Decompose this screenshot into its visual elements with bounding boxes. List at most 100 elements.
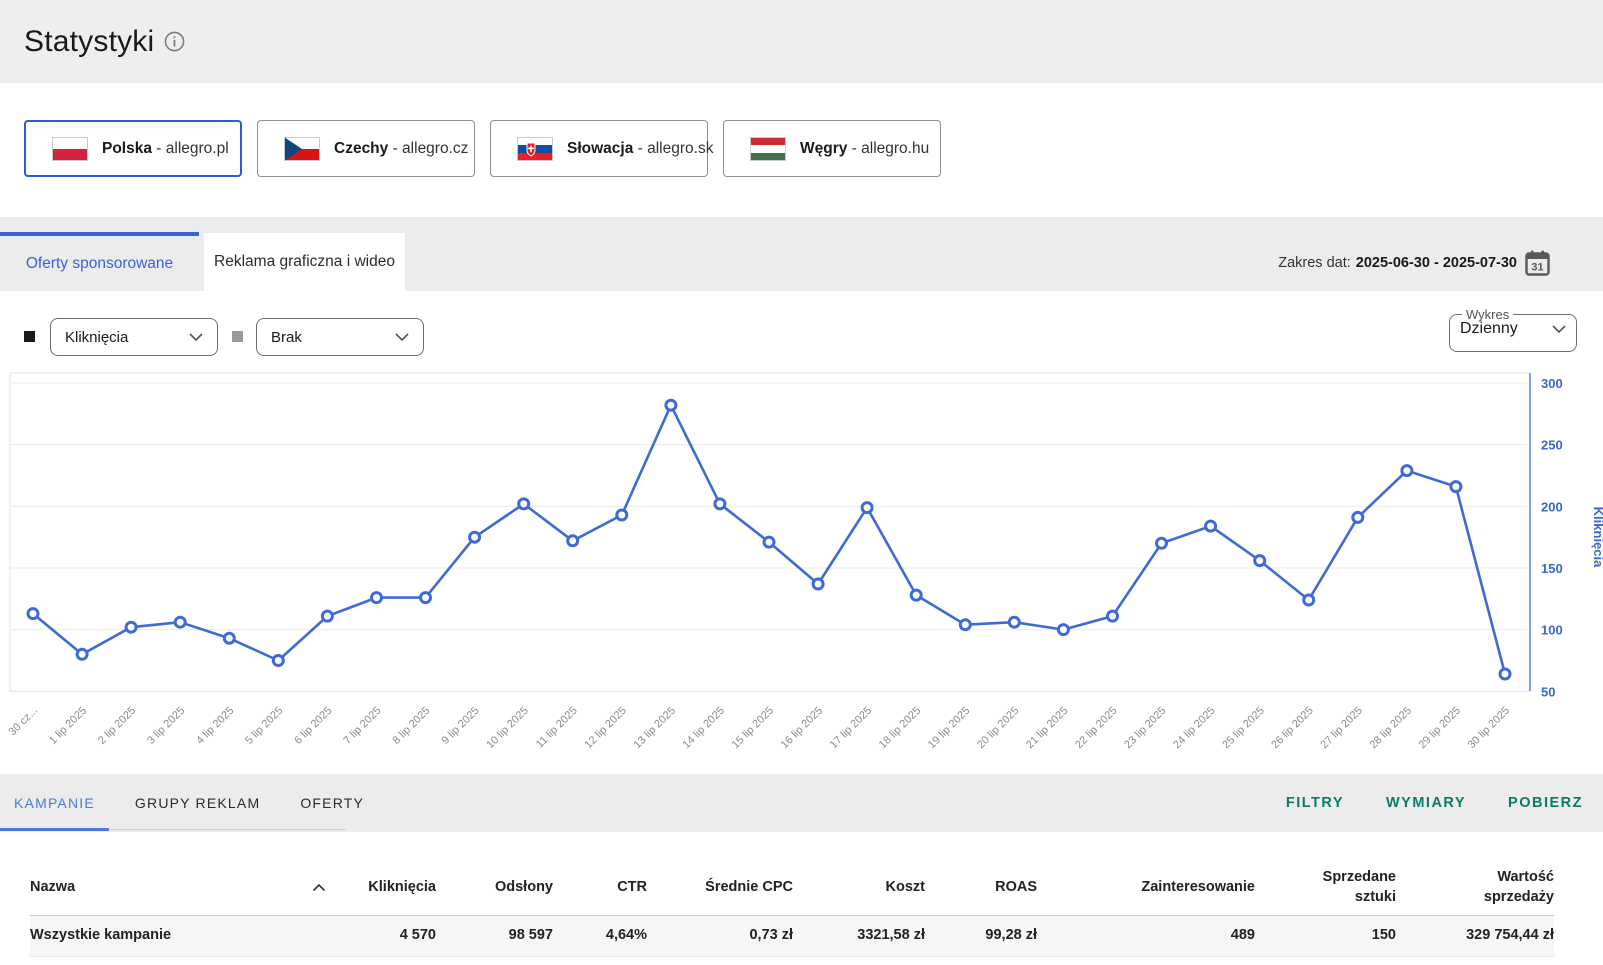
country-label: Węgry - allegro.hu	[800, 140, 929, 158]
column-header-5: Średnie CPC	[647, 878, 793, 898]
main-tab-2[interactable]: Reklama graficzna i wideo	[204, 233, 405, 291]
x-tick-label: 15 lip 2025	[730, 705, 777, 752]
table-tab-3[interactable]: OFERTY	[280, 774, 384, 832]
page-title: Statystyki	[24, 25, 154, 59]
x-tick-label: 13 lip 2025	[631, 705, 678, 752]
x-tick-label: 14 lip 2025	[680, 705, 727, 752]
campaign-table: NazwaKliknięciaOdsłonyCTRŚrednie CPCKosz…	[0, 832, 1603, 957]
calendar-icon[interactable]: 31	[1525, 250, 1550, 276]
chart-controls: Kliknięcia Brak Wykres Dzienny	[0, 291, 1603, 370]
table-tab-2[interactable]: GRUPY REKLAM	[115, 774, 280, 832]
secondary-metric-select[interactable]: Brak	[256, 318, 424, 356]
column-header-6: Koszt	[793, 878, 925, 898]
y-tick-label: 200	[1541, 499, 1563, 514]
data-point	[1451, 482, 1461, 492]
table-action-wymiary[interactable]: WYMIARY	[1386, 795, 1466, 811]
table-tabs: KAMPANIEGRUPY REKLAMOFERTY	[0, 774, 346, 832]
x-tick-label: 5 lip 2025	[243, 705, 285, 747]
column-header-4: CTR	[553, 878, 647, 898]
data-point	[960, 620, 970, 630]
country-button-cz[interactable]: Czechy - allegro.cz	[257, 120, 475, 177]
x-tick-label: 2 lip 2025	[96, 705, 138, 747]
chart-section: 50100150200250300Kliknięcia30 cz...1 lip…	[0, 370, 1603, 772]
date-range[interactable]: Zakres dat: 2025-06-30 - 2025-07-30 31	[1278, 250, 1550, 276]
table-action-pobierz[interactable]: POBIERZ	[1508, 795, 1583, 811]
x-tick-label: 6 lip 2025	[292, 705, 334, 747]
data-point	[273, 656, 283, 666]
data-point	[1353, 512, 1363, 522]
country-button-sk[interactable]: Słowacja - allegro.sk	[490, 120, 708, 177]
main-tabs: Oferty sponsorowaneReklama graficzna i w…	[0, 232, 405, 291]
table-tab-1[interactable]: KAMPANIE	[0, 774, 115, 832]
x-tick-label: 18 lip 2025	[877, 705, 924, 752]
data-point	[1058, 625, 1068, 635]
table-row[interactable]: Wszystkie kampanie4 57098 5974,64%0,73 z…	[30, 916, 1554, 957]
data-point	[519, 499, 529, 509]
info-icon[interactable]	[164, 31, 185, 52]
data-point	[421, 593, 431, 603]
cell-9: 150	[1255, 926, 1396, 946]
secondary-series-swatch	[232, 331, 243, 342]
data-point	[1108, 611, 1118, 621]
data-point	[77, 649, 87, 659]
x-tick-label: 7 lip 2025	[341, 705, 383, 747]
column-header-7: ROAS	[925, 878, 1037, 898]
table-action-filtry[interactable]: FILTRY	[1286, 795, 1344, 811]
data-point	[1206, 521, 1216, 531]
x-tick-label: 10 lip 2025	[484, 705, 531, 752]
column-header-9: Sprzedane sztuki	[1255, 868, 1396, 907]
table-toolbar: KAMPANIEGRUPY REKLAMOFERTY FILTRY WYMIARY…	[0, 774, 1603, 832]
data-point	[1304, 595, 1314, 605]
x-tick-label: 17 lip 2025	[828, 705, 875, 752]
main-tab-1[interactable]: Oferty sponsorowane	[0, 232, 199, 291]
country-button-hu[interactable]: Węgry - allegro.hu	[723, 120, 941, 177]
country-selector: Polska - allegro.pl Czechy - allegro.cz Sł…	[0, 83, 1603, 217]
data-point	[1009, 617, 1019, 627]
x-tick-label: 12 lip 2025	[582, 705, 629, 752]
flag-poland-icon	[52, 137, 88, 161]
data-point	[28, 609, 38, 619]
data-point	[175, 617, 185, 627]
sort-asc-icon[interactable]	[312, 883, 326, 892]
data-point	[862, 503, 872, 513]
column-header-10: Wartość sprzedaży	[1396, 868, 1554, 907]
column-header-1[interactable]: Nazwa	[30, 878, 330, 898]
y-axis-title: Kliknięcia	[1591, 507, 1603, 568]
x-tick-label: 1 lip 2025	[47, 705, 89, 747]
x-tick-label: 11 lip 2025	[534, 705, 580, 751]
data-point	[372, 593, 382, 603]
data-point	[568, 536, 578, 546]
data-point	[715, 499, 725, 509]
data-point	[1255, 556, 1265, 566]
x-tick-label: 30 cz...	[7, 705, 41, 739]
cell-4: 4,64%	[553, 926, 647, 946]
data-point	[911, 590, 921, 600]
flag-czechia-icon	[284, 137, 320, 161]
cell-5: 0,73 zł	[647, 926, 793, 946]
primary-metric-select[interactable]: Kliknięcia	[50, 318, 218, 356]
country-button-pl[interactable]: Polska - allegro.pl	[24, 120, 242, 177]
country-label: Czechy - allegro.cz	[334, 140, 468, 158]
primary-series-swatch	[24, 331, 35, 342]
y-tick-label: 50	[1541, 684, 1555, 699]
x-tick-label: 16 lip 2025	[779, 705, 826, 752]
column-header-3: Odsłony	[436, 878, 553, 898]
country-label: Polska - allegro.pl	[102, 140, 229, 158]
secondary-metric-value: Brak	[271, 329, 302, 346]
x-tick-label: 9 lip 2025	[439, 705, 481, 747]
data-point	[764, 537, 774, 547]
chart-granularity-select[interactable]: Wykres Dzienny	[1449, 307, 1577, 352]
flag-slovakia-icon	[517, 137, 553, 161]
cell-2: 4 570	[330, 926, 436, 946]
x-tick-label: 30 lip 2025	[1466, 705, 1513, 752]
table-header-row: NazwaKliknięciaOdsłonyCTRŚrednie CPCKosz…	[30, 860, 1554, 916]
data-point	[813, 579, 823, 589]
column-header-8: Zainteresowanie	[1037, 878, 1255, 898]
x-tick-label: 28 lip 2025	[1367, 705, 1414, 752]
table-body: Wszystkie kampanie4 57098 5974,64%0,73 z…	[30, 916, 1554, 957]
data-point	[666, 400, 676, 410]
data-point	[126, 622, 136, 632]
y-tick-label: 250	[1541, 438, 1563, 453]
flag-hungary-icon	[750, 137, 786, 161]
data-point	[1402, 466, 1412, 476]
